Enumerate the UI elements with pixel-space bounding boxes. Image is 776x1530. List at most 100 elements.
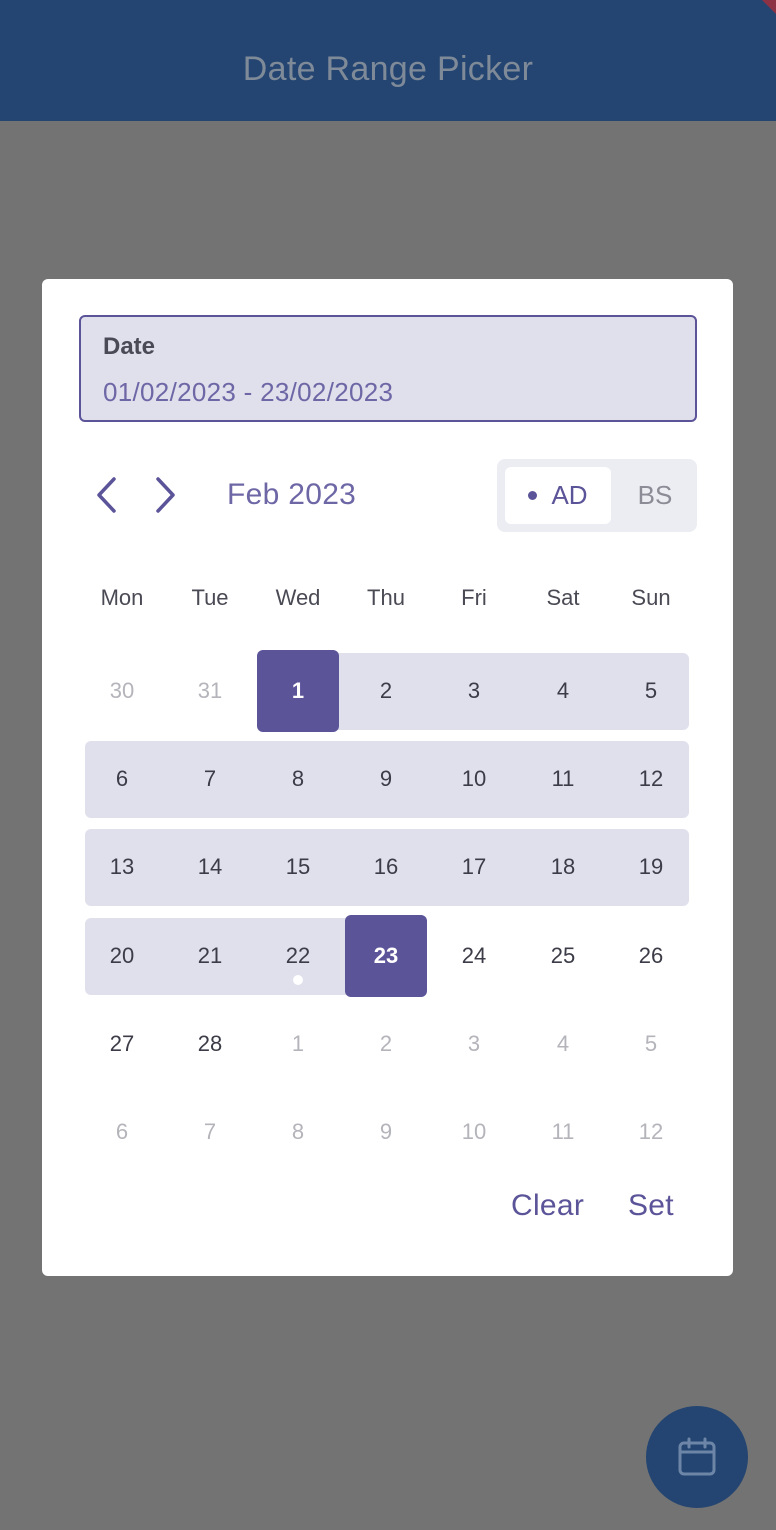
clear-button[interactable]: Clear [511, 1189, 584, 1223]
selected-dot-icon [528, 491, 538, 500]
day-cell[interactable]: 6 [78, 740, 166, 818]
adjacent-month-day-cell[interactable]: 30 [78, 652, 166, 730]
adjacent-month-day-cell[interactable]: 2 [342, 1005, 430, 1083]
app-title: Date Range Picker [242, 50, 534, 88]
adjacent-month-day-cell[interactable]: 4 [519, 1005, 607, 1083]
day-number: 12 [638, 766, 664, 791]
day-cell[interactable]: 26 [607, 917, 695, 995]
day-number: 2 [379, 678, 393, 703]
day-number: 11 [551, 766, 575, 791]
previous-month-button[interactable] [87, 474, 127, 516]
day-number: 9 [379, 1119, 393, 1144]
day-number: 4 [556, 1031, 570, 1056]
day-number: 8 [291, 1119, 305, 1144]
day-number: 20 [109, 943, 135, 968]
adjacent-month-day-cell[interactable]: 9 [342, 1093, 430, 1171]
day-number: 1 [291, 678, 305, 703]
weekday-label: Thu [367, 585, 405, 610]
day-cell[interactable]: 21 [166, 917, 254, 995]
day-cell[interactable]: 14 [166, 828, 254, 906]
weekday-label: Sun [631, 585, 671, 610]
weekday-label: Mon [100, 585, 144, 610]
set-button[interactable]: Set [628, 1189, 674, 1223]
day-cell[interactable]: 5 [607, 652, 695, 730]
day-cell[interactable]: 16 [342, 828, 430, 906]
day-number: 3 [467, 678, 481, 703]
day-cell[interactable]: 7 [166, 740, 254, 818]
today-indicator-dot [293, 975, 303, 985]
day-number: 18 [550, 854, 576, 879]
adjacent-month-day-cell[interactable]: 10 [430, 1093, 518, 1171]
day-number: 1 [291, 1031, 305, 1056]
day-number: 12 [638, 1119, 664, 1144]
day-cell[interactable]: 8 [254, 740, 342, 818]
adjacent-month-day-cell[interactable]: 11 [519, 1093, 607, 1171]
adjacent-month-day-cell[interactable]: 5 [607, 1005, 695, 1083]
adjacent-month-day-cell[interactable]: 1 [254, 1005, 342, 1083]
date-range-field[interactable]: Date 01/02/2023 - 23/02/2023 [79, 315, 697, 422]
weekday-label: Fri [461, 585, 487, 610]
day-number: 5 [644, 678, 658, 703]
weekday-label: Sat [546, 585, 580, 610]
day-number: 21 [197, 943, 223, 968]
day-cell[interactable]: 24 [430, 917, 518, 995]
day-number: 3 [467, 1031, 481, 1056]
day-cell[interactable]: 25 [519, 917, 607, 995]
calendar-era-toggle: AD BS [497, 459, 697, 532]
day-number: 8 [291, 766, 305, 791]
selected-day-cell[interactable]: 1 [257, 650, 339, 732]
day-number: 2 [379, 1031, 393, 1056]
day-number: 31 [197, 678, 223, 703]
day-cell[interactable]: 11 [519, 740, 607, 818]
weekday-label: Wed [275, 585, 321, 610]
day-number: 19 [638, 854, 664, 879]
day-number: 5 [644, 1031, 658, 1056]
date-field-label: Date [103, 333, 156, 360]
adjacent-month-day-cell[interactable]: 8 [254, 1093, 342, 1171]
day-cell[interactable]: 19 [607, 828, 695, 906]
era-bs-label: BS [637, 480, 673, 510]
adjacent-month-day-cell[interactable]: 6 [78, 1093, 166, 1171]
adjacent-month-day-cell[interactable]: 3 [430, 1005, 518, 1083]
current-month-label[interactable]: Feb 2023 [227, 478, 356, 512]
day-cell[interactable]: 15 [254, 828, 342, 906]
day-cell[interactable]: 18 [519, 828, 607, 906]
day-cell[interactable]: 13 [78, 828, 166, 906]
era-ad-option[interactable]: AD [505, 467, 611, 524]
open-calendar-fab[interactable] [646, 1406, 748, 1508]
era-bs-option[interactable]: BS [622, 467, 688, 524]
adjacent-month-day-cell[interactable]: 31 [166, 652, 254, 730]
day-cell[interactable]: 22 [254, 917, 342, 995]
day-cell[interactable]: 12 [607, 740, 695, 818]
day-number: 22 [285, 943, 311, 968]
app-bar: Date Range Picker [0, 0, 776, 121]
day-number: 7 [203, 766, 217, 791]
day-number: 17 [461, 854, 487, 879]
weekday-label: Tue [191, 585, 229, 610]
selected-day-cell[interactable]: 23 [345, 915, 427, 997]
day-number: 14 [197, 854, 223, 879]
date-field-value[interactable]: 01/02/2023 - 23/02/2023 [103, 377, 393, 408]
day-number: 16 [373, 854, 399, 879]
day-number: 6 [115, 766, 129, 791]
day-number: 13 [109, 854, 135, 879]
day-number: 23 [373, 943, 399, 968]
day-cell[interactable]: 10 [430, 740, 518, 818]
chevron-left-icon [97, 477, 116, 513]
day-cell[interactable]: 3 [430, 652, 518, 730]
day-number: 27 [109, 1031, 135, 1056]
day-cell[interactable]: 27 [78, 1005, 166, 1083]
next-month-button[interactable] [145, 474, 185, 516]
adjacent-month-day-cell[interactable]: 12 [607, 1093, 695, 1171]
day-number: 25 [550, 943, 576, 968]
day-number: 6 [115, 1119, 129, 1144]
day-number: 30 [109, 678, 135, 703]
day-cell[interactable]: 20 [78, 917, 166, 995]
day-cell[interactable]: 28 [166, 1005, 254, 1083]
day-cell[interactable]: 4 [519, 652, 607, 730]
day-cell[interactable]: 17 [430, 828, 518, 906]
day-number: 15 [285, 854, 311, 879]
day-cell[interactable]: 9 [342, 740, 430, 818]
adjacent-month-day-cell[interactable]: 7 [166, 1093, 254, 1171]
day-cell[interactable]: 2 [342, 652, 430, 730]
